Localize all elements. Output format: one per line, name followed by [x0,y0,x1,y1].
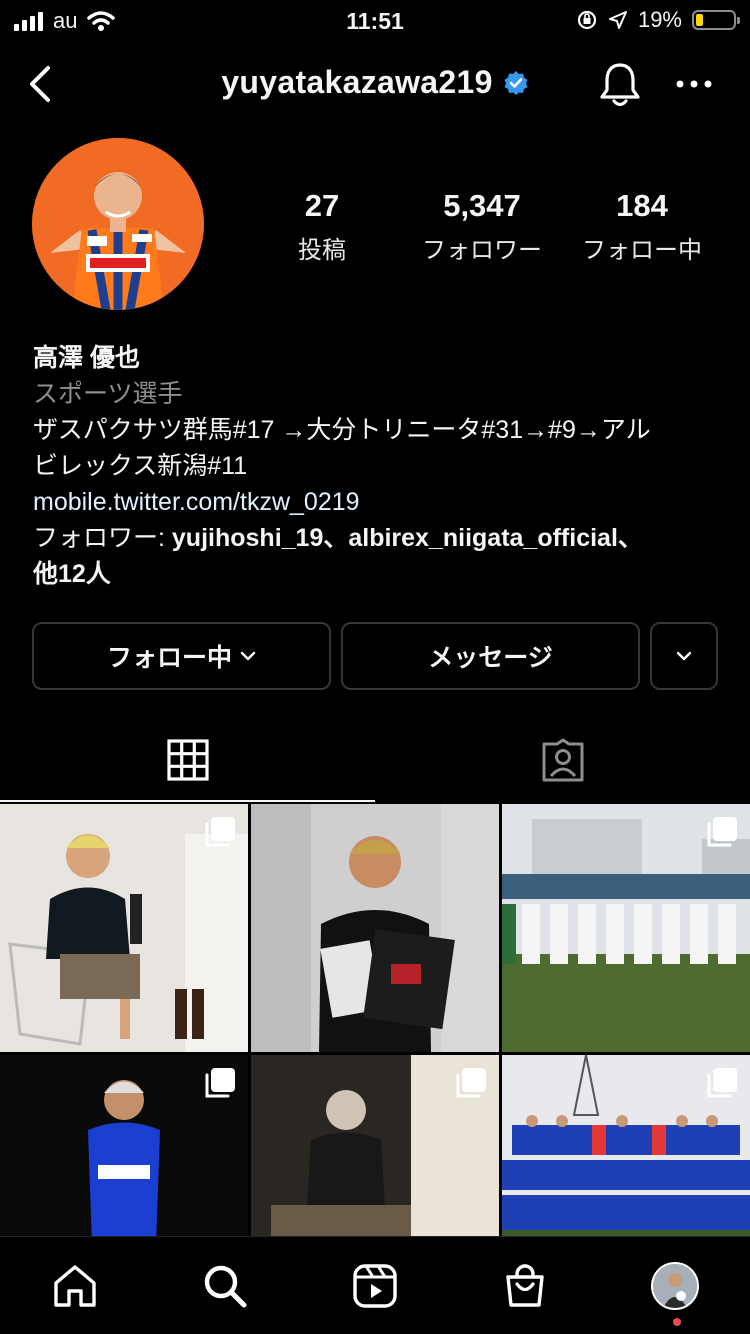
profile-avatar-small [651,1262,699,1310]
bell-icon[interactable] [598,60,642,110]
bottom-navigation [0,1236,750,1334]
stat-value: 5,347 [443,188,521,223]
carousel-icon [707,817,737,847]
suggested-accounts-button[interactable] [650,622,718,690]
nav-search[interactable] [200,1261,250,1311]
carousel-icon [456,1068,486,1098]
followed-by-names: yujihoshi_19、albirex_niigata_official、 [171,524,643,552]
followed-by-prefix: フォロワー: [33,524,172,552]
profile-name: 高澤 優也 [33,344,140,372]
nav-profile[interactable] [650,1261,700,1311]
followed-by[interactable]: フォロワー: yujihoshi_19、albirex_niigata_offi… [33,520,723,556]
post-thumbnail[interactable] [251,804,499,1052]
more-icon[interactable] [672,74,716,94]
stat-value: 27 [304,188,340,223]
battery-icon [692,10,740,30]
post-thumbnail[interactable] [502,1055,750,1236]
battery-percent: 19% [637,7,682,32]
active-tab-indicator [0,800,375,802]
profile-avatar[interactable] [32,138,204,310]
carousel-icon [707,1068,737,1098]
post-thumbnail[interactable] [502,804,750,1052]
post-thumbnail[interactable] [0,1055,248,1236]
verified-badge-icon [504,70,528,95]
tab-grid[interactable] [0,716,375,804]
stat-label: フォロワー [422,237,542,264]
profile-category: スポーツ選手 [33,380,183,408]
stat-value: 184 [616,188,668,223]
chevron-down-icon [676,651,692,661]
profile-header: yuyatakazawa219 [0,50,750,120]
posts-grid [0,804,750,1236]
carousel-icon [205,1068,235,1098]
chevron-down-icon [240,651,256,661]
reels-icon [353,1264,397,1308]
following-button-label: フォロー中 [106,644,232,672]
message-button[interactable]: メッセージ [341,622,640,690]
bio-line: ビレックス新潟#11 [33,452,248,480]
post-thumbnail[interactable] [251,1055,499,1236]
search-icon [204,1265,247,1308]
stat-label: フォロー中 [582,237,702,264]
location-icon [608,11,627,29]
stat-posts[interactable]: 27 投稿 [282,188,362,265]
rotation-lock-icon [577,10,597,30]
nav-shop[interactable] [500,1261,550,1311]
content-tabs [0,716,750,804]
stat-following[interactable]: 184 フォロー中 [566,188,718,265]
followed-by-others: 他12人 [33,560,111,588]
message-button-label: メッセージ [428,644,553,672]
bio-link[interactable]: mobile.twitter.com/tkzw_0219 [33,484,723,520]
stat-label: 投稿 [298,237,346,264]
nav-home[interactable] [50,1261,100,1311]
nav-reels[interactable] [350,1261,400,1311]
carousel-icon [205,817,235,847]
notification-dot [673,1318,681,1326]
status-bar: au 11:51 19% [0,0,750,40]
shop-icon [506,1264,544,1307]
following-button[interactable]: フォロー中 [32,622,331,690]
username-title: yuyatakazawa219 [221,64,493,100]
post-thumbnail[interactable] [0,804,248,1052]
home-icon [54,1265,96,1307]
grid-icon [166,739,209,781]
bio-line: ザスパクサツ群馬#17 →大分トリニータ#31→#9→アル [33,416,651,444]
stat-followers[interactable]: 5,347 フォロワー [406,188,558,265]
tab-tagged[interactable] [375,716,750,804]
profile-bio: 高澤 優也 スポーツ選手 ザスパクサツ群馬#17 →大分トリニータ#31→#9→… [33,340,723,592]
tagged-icon [542,738,583,782]
